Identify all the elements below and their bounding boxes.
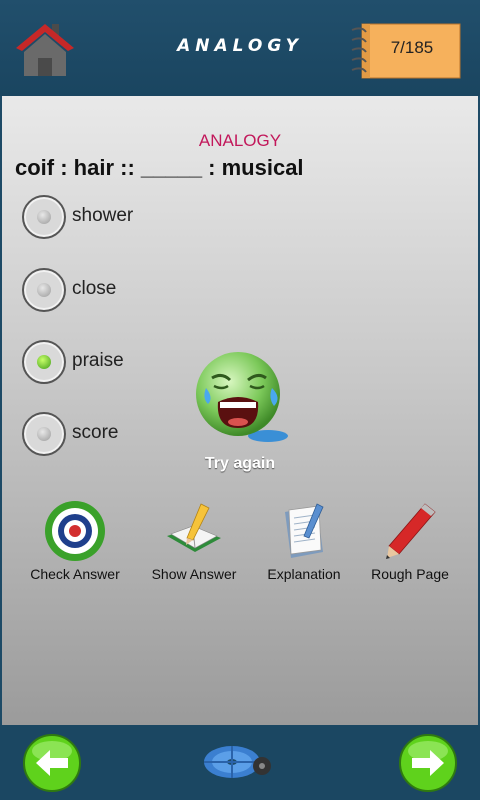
check-answer-button[interactable]: Check Answer (20, 500, 130, 582)
question-panel: ANALOGY coif : hair :: _____ : musical s… (2, 96, 478, 725)
arrow-left-icon[interactable] (22, 733, 82, 793)
explanation-button[interactable]: Explanation (249, 500, 359, 582)
option-score[interactable]: score (22, 412, 192, 458)
radio-button[interactable] (22, 195, 66, 239)
crying-face-icon (196, 352, 288, 442)
option-label: praise (72, 350, 124, 371)
radio-dot (37, 283, 51, 297)
arrow-right-icon[interactable] (398, 733, 458, 793)
footer-bar (0, 725, 480, 800)
option-label: score (72, 422, 119, 443)
show-answer-button[interactable]: Show Answer (139, 500, 249, 582)
target-icon (45, 501, 105, 561)
radio-button[interactable] (22, 268, 66, 312)
header-bar: ANALOGY 7/185 (0, 0, 480, 96)
tool-label: Show Answer (151, 566, 237, 582)
option-label: shower (72, 205, 134, 226)
tool-label: Rough Page (371, 566, 449, 582)
option-close[interactable]: close (22, 268, 192, 314)
radio-dot (37, 210, 51, 224)
book-pencil-icon (167, 503, 221, 552)
option-shower[interactable]: shower (22, 195, 192, 241)
notepad-icon (285, 503, 324, 558)
option-praise[interactable]: praise (22, 340, 192, 386)
app-title: ANALOGY (177, 36, 303, 56)
rough-page-button[interactable]: Rough Page (355, 500, 465, 582)
option-label: close (72, 278, 117, 299)
gear-icon[interactable] (200, 742, 280, 782)
app-screen: ANALOGY 7/185 ANALOGY coif : hair :: ___… (0, 0, 480, 800)
tool-label: Explanation (267, 566, 341, 582)
feedback-text: Try again (204, 455, 276, 472)
pencil-icon (386, 503, 436, 559)
radio-dot (37, 355, 51, 369)
home-icon[interactable] (14, 20, 76, 78)
radio-button-selected[interactable] (22, 340, 66, 384)
question-text: coif : hair :: _____ : musical (15, 155, 304, 180)
radio-dot (37, 427, 51, 441)
radio-button[interactable] (22, 412, 66, 456)
question-counter: 7/185 (390, 38, 434, 57)
tool-label: Check Answer (30, 566, 120, 582)
section-subtitle: ANALOGY (198, 131, 282, 150)
